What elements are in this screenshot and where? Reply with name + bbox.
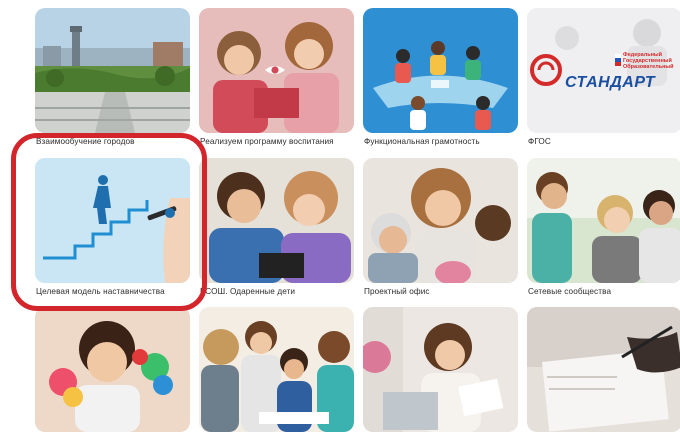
children-tablet-image bbox=[199, 158, 354, 283]
woman-laptop-image bbox=[363, 307, 518, 432]
fgos-logo-word: СТАНДАРТ bbox=[565, 74, 656, 91]
tile-caption: Функциональная грамотность bbox=[364, 137, 480, 146]
child-painting-hands-image bbox=[35, 307, 190, 432]
family-homework-image bbox=[199, 307, 354, 432]
tile-caption: Сетевые сообщества bbox=[528, 287, 612, 296]
tile-caption: Реализуем программу воспитания bbox=[200, 137, 334, 146]
stairs-climber-image bbox=[35, 158, 190, 283]
students-table-illustration bbox=[363, 8, 518, 133]
tile-fgos[interactable]: Федеральный Государственный Образователь… bbox=[527, 8, 680, 133]
group-laughing-image bbox=[527, 158, 680, 283]
tile-caption: ФГОС bbox=[528, 137, 551, 146]
tile-inclusive-education[interactable] bbox=[35, 307, 190, 432]
hands-writing-image bbox=[527, 307, 680, 432]
tile-caption: Проектный офис bbox=[364, 287, 430, 296]
tile-cities-exchange[interactable] bbox=[35, 8, 190, 133]
tile-network-communities[interactable] bbox=[527, 158, 680, 283]
city-monument-image bbox=[35, 8, 190, 133]
tile-project-office[interactable] bbox=[363, 158, 518, 283]
tile-family-learning[interactable] bbox=[199, 307, 354, 432]
fgos-logo-image bbox=[527, 8, 680, 133]
tile-caption: Целевая модель наставничества bbox=[36, 287, 165, 296]
tile-functional-literacy[interactable] bbox=[363, 8, 518, 133]
tile-gifted-children[interactable] bbox=[199, 158, 354, 283]
teacher-student-image bbox=[363, 158, 518, 283]
resource-grid: Взаимообучение городов Реализуем програм… bbox=[0, 0, 680, 432]
tile-mentoring-model[interactable] bbox=[35, 158, 190, 283]
tile-caption: ВСОШ. Одаренные дети bbox=[200, 287, 296, 296]
tile-teacher-laptop[interactable] bbox=[363, 307, 518, 432]
fgos-logo-text: Федеральный Государственный Образователь… bbox=[623, 52, 674, 70]
tile-writing-notes[interactable] bbox=[527, 307, 680, 432]
tile-caption: Взаимообучение городов bbox=[36, 137, 135, 146]
eye-icon[interactable] bbox=[262, 57, 288, 83]
